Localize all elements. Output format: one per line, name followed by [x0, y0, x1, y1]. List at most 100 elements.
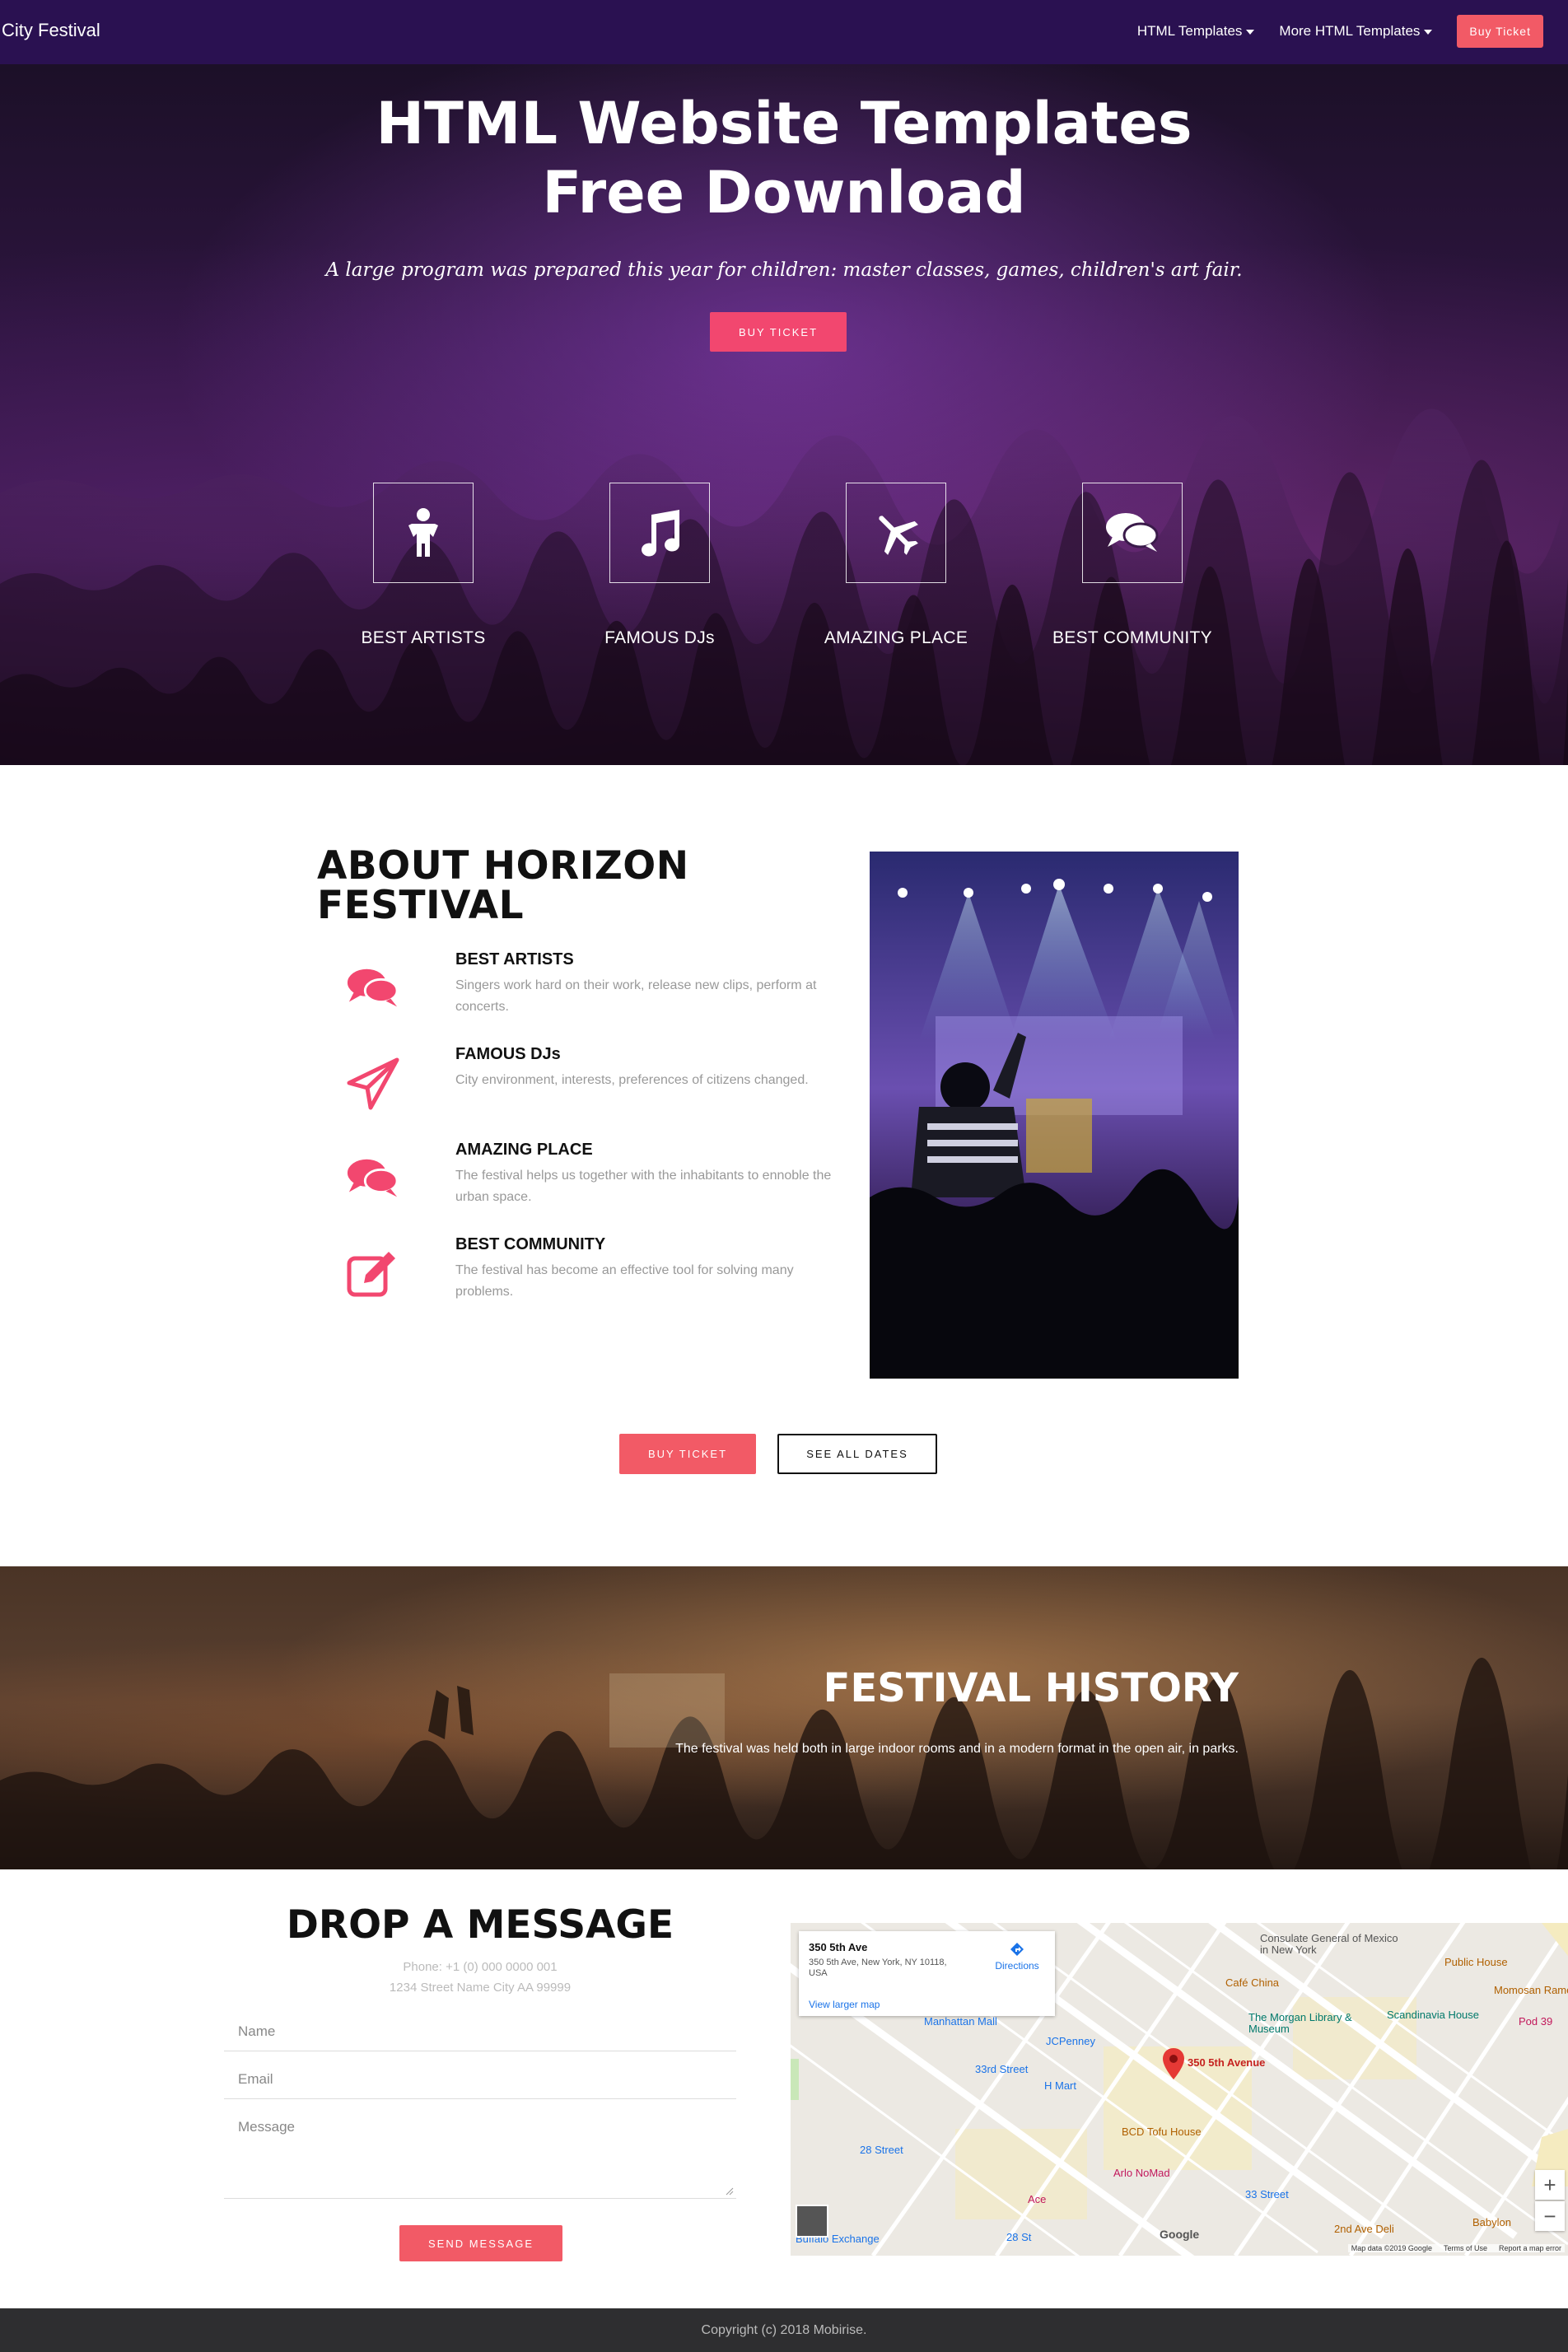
about-title-line1: ABOUT HORIZON	[317, 843, 689, 889]
about-title: ABOUT HORIZON FESTIVAL	[317, 847, 689, 926]
hero-subtitle: A large program was prepared this year f…	[325, 259, 1243, 281]
hero-title-line1: HTML Website Templates	[376, 90, 1192, 157]
map-place-label[interactable]: Momosan Ramen	[1494, 1984, 1568, 1996]
brand-logo[interactable]: City Festival	[2, 20, 100, 41]
paper-plane-icon	[347, 1057, 399, 1110]
about-item-text: The festival helps us together with the …	[455, 1169, 832, 1204]
message-field[interactable]: Message	[224, 2109, 736, 2199]
map-place-label[interactable]: 33rd Street	[975, 2063, 1028, 2075]
airplane-icon	[879, 516, 918, 555]
history-crowd-background	[0, 1658, 1568, 1869]
map-card-title: 350 5th Ave	[809, 1941, 868, 1953]
concert-photo	[870, 852, 1239, 1379]
send-message-button[interactable]: SEND MESSAGE	[399, 2225, 562, 2261]
top-navbar: City Festival HTML Templates More HTML T…	[0, 0, 1568, 64]
about-item-title: FAMOUS DJs	[455, 1045, 561, 1063]
map-card-address: 350 5th Ave, New York, NY 10118, USA	[809, 1958, 947, 1978]
nav-more-html-templates-label: More HTML Templates	[1279, 23, 1421, 39]
about-item-text: Singers work hard on their work, release…	[455, 978, 817, 1014]
map-pin-label: 350 5th Avenue	[1188, 2056, 1266, 2069]
nav-buy-ticket-button[interactable]: Buy Ticket	[1457, 15, 1543, 48]
feature-famous-djs: FAMOUS DJs	[561, 483, 758, 648]
about-item-title: BEST ARTISTS	[455, 950, 574, 968]
map-place-label[interactable]: Pod 39	[1519, 2015, 1552, 2028]
hero-title-line2: Free Download	[542, 159, 1026, 226]
map-place-label[interactable]: Arlo NoMad	[1113, 2167, 1170, 2179]
see-all-dates-button[interactable]: SEE ALL DATES	[777, 1434, 937, 1474]
map-place-label[interactable]: BCD Tofu House	[1122, 2126, 1202, 2138]
about-buy-ticket-button[interactable]: BUY TICKET	[619, 1434, 756, 1474]
music-note-icon	[642, 510, 680, 557]
chevron-down-icon	[1424, 30, 1433, 35]
contact-title: DROP A MESSAGE	[286, 1902, 674, 1948]
map-place-label[interactable]: The Morgan Library & Museum	[1248, 2012, 1364, 2035]
history-text: The festival was held both in large indo…	[675, 1742, 1239, 1756]
nav-links: HTML Templates More HTML Templates Buy T…	[1137, 15, 1543, 48]
map-zoom-out-button[interactable]: −	[1535, 2201, 1565, 2231]
about-item-title: BEST COMMUNITY	[455, 1235, 606, 1253]
view-larger-map-link[interactable]: View larger map	[809, 1999, 880, 2010]
map-place-label[interactable]: Scandinavia House	[1387, 2009, 1479, 2021]
email-field[interactable]: Email	[224, 2061, 736, 2099]
about-item-famous-djs: FAMOUS DJs City environment, interests, …	[346, 1045, 848, 1136]
map-attribution: Map data ©2019 Google Terms of Use Repor…	[1347, 2244, 1565, 2252]
chat-bubbles-icon	[347, 968, 399, 1007]
map-place-label[interactable]: 28 Street	[860, 2144, 903, 2156]
feature-best-community: BEST COMMUNITY	[1034, 483, 1231, 648]
feature-icon-box	[609, 483, 710, 583]
chevron-down-icon	[1246, 30, 1255, 35]
email-placeholder: Email	[238, 2071, 273, 2087]
feature-label: BEST COMMUNITY	[1052, 628, 1212, 647]
feature-label: FAMOUS DJs	[604, 628, 715, 647]
nav-more-html-templates[interactable]: More HTML Templates	[1279, 23, 1433, 40]
map-data-text: Map data ©2019 Google	[1351, 2244, 1432, 2252]
concert-photo-image	[870, 852, 1239, 1379]
hero-section: HTML Website Templates Free Download A l…	[0, 64, 1568, 765]
feature-best-artists: BEST ARTISTS	[324, 483, 522, 648]
feature-label: BEST ARTISTS	[361, 628, 486, 647]
feature-amazing-place: AMAZING PLACE	[797, 483, 995, 648]
nav-html-templates[interactable]: HTML Templates	[1137, 23, 1255, 40]
map-place-label[interactable]: JCPenney	[1046, 2035, 1095, 2047]
feature-label: AMAZING PLACE	[824, 628, 968, 647]
map-info-card: 350 5th Ave 350 5th Ave, New York, NY 10…	[799, 1931, 1055, 2016]
about-item-best-artists: BEST ARTISTS Singers work hard on their …	[346, 950, 848, 1041]
directions-icon	[1010, 1943, 1024, 1956]
about-item-title: AMAZING PLACE	[455, 1141, 593, 1159]
map-place-label[interactable]: H Mart	[1044, 2079, 1076, 2092]
google-map[interactable]: 350 5th Ave 350 5th Ave, New York, NY 10…	[791, 1923, 1568, 2256]
map-place-label[interactable]: 2nd Ave Deli	[1334, 2223, 1394, 2235]
resize-handle-icon[interactable]	[726, 2187, 734, 2196]
copyright-text: Copyright (c) 2018 Mobirise.	[701, 2322, 867, 2337]
directions-button[interactable]: Directions	[992, 1941, 1042, 1972]
google-logo: Google	[1160, 2228, 1200, 2241]
footer: Copyright (c) 2018 Mobirise.	[0, 2308, 1568, 2352]
hero-crowd-background	[0, 408, 1568, 765]
map-zoom-in-button[interactable]: +	[1535, 2170, 1565, 2200]
map-report-link[interactable]: Report a map error	[1499, 2244, 1561, 2252]
map-place-label[interactable]: Ace	[1028, 2193, 1046, 2205]
edit-icon	[347, 1252, 395, 1297]
map-pin-icon[interactable]	[1163, 2048, 1184, 2079]
about-item-best-community: BEST COMMUNITY The festival has become a…	[346, 1235, 848, 1326]
map-place-label[interactable]: Consulate General of Mexico in New York	[1260, 1933, 1400, 1956]
name-field[interactable]: Name	[224, 2014, 736, 2051]
history-section: FESTIVAL HISTORY The festival was held b…	[0, 1566, 1568, 1869]
nav-html-templates-label: HTML Templates	[1136, 23, 1243, 39]
map-place-label[interactable]: Manhattan Mall	[924, 2015, 997, 2028]
map-terms-link[interactable]: Terms of Use	[1444, 2244, 1487, 2252]
about-item-text: City environment, interests, preferences…	[455, 1073, 809, 1087]
child-icon	[408, 508, 438, 557]
feature-icon-box	[1082, 483, 1183, 583]
message-placeholder: Message	[238, 2119, 295, 2135]
map-place-label[interactable]: Public House	[1444, 1956, 1508, 1968]
hero-buy-ticket-button[interactable]: BUY TICKET	[710, 312, 847, 352]
map-place-label[interactable]: Café China	[1225, 1976, 1279, 1989]
contact-address: 1234 Street Name City AA 99999	[389, 1981, 572, 1995]
map-place-label[interactable]: 33 Street	[1245, 2188, 1289, 2200]
map-place-label[interactable]: Babylon	[1472, 2216, 1511, 2228]
map-place-label[interactable]: 28 St	[1006, 2231, 1031, 2243]
about-item-text: The festival has become an effective too…	[455, 1263, 794, 1299]
map-satellite-toggle[interactable]	[796, 2205, 828, 2238]
chat-bubbles-icon	[347, 1159, 399, 1197]
